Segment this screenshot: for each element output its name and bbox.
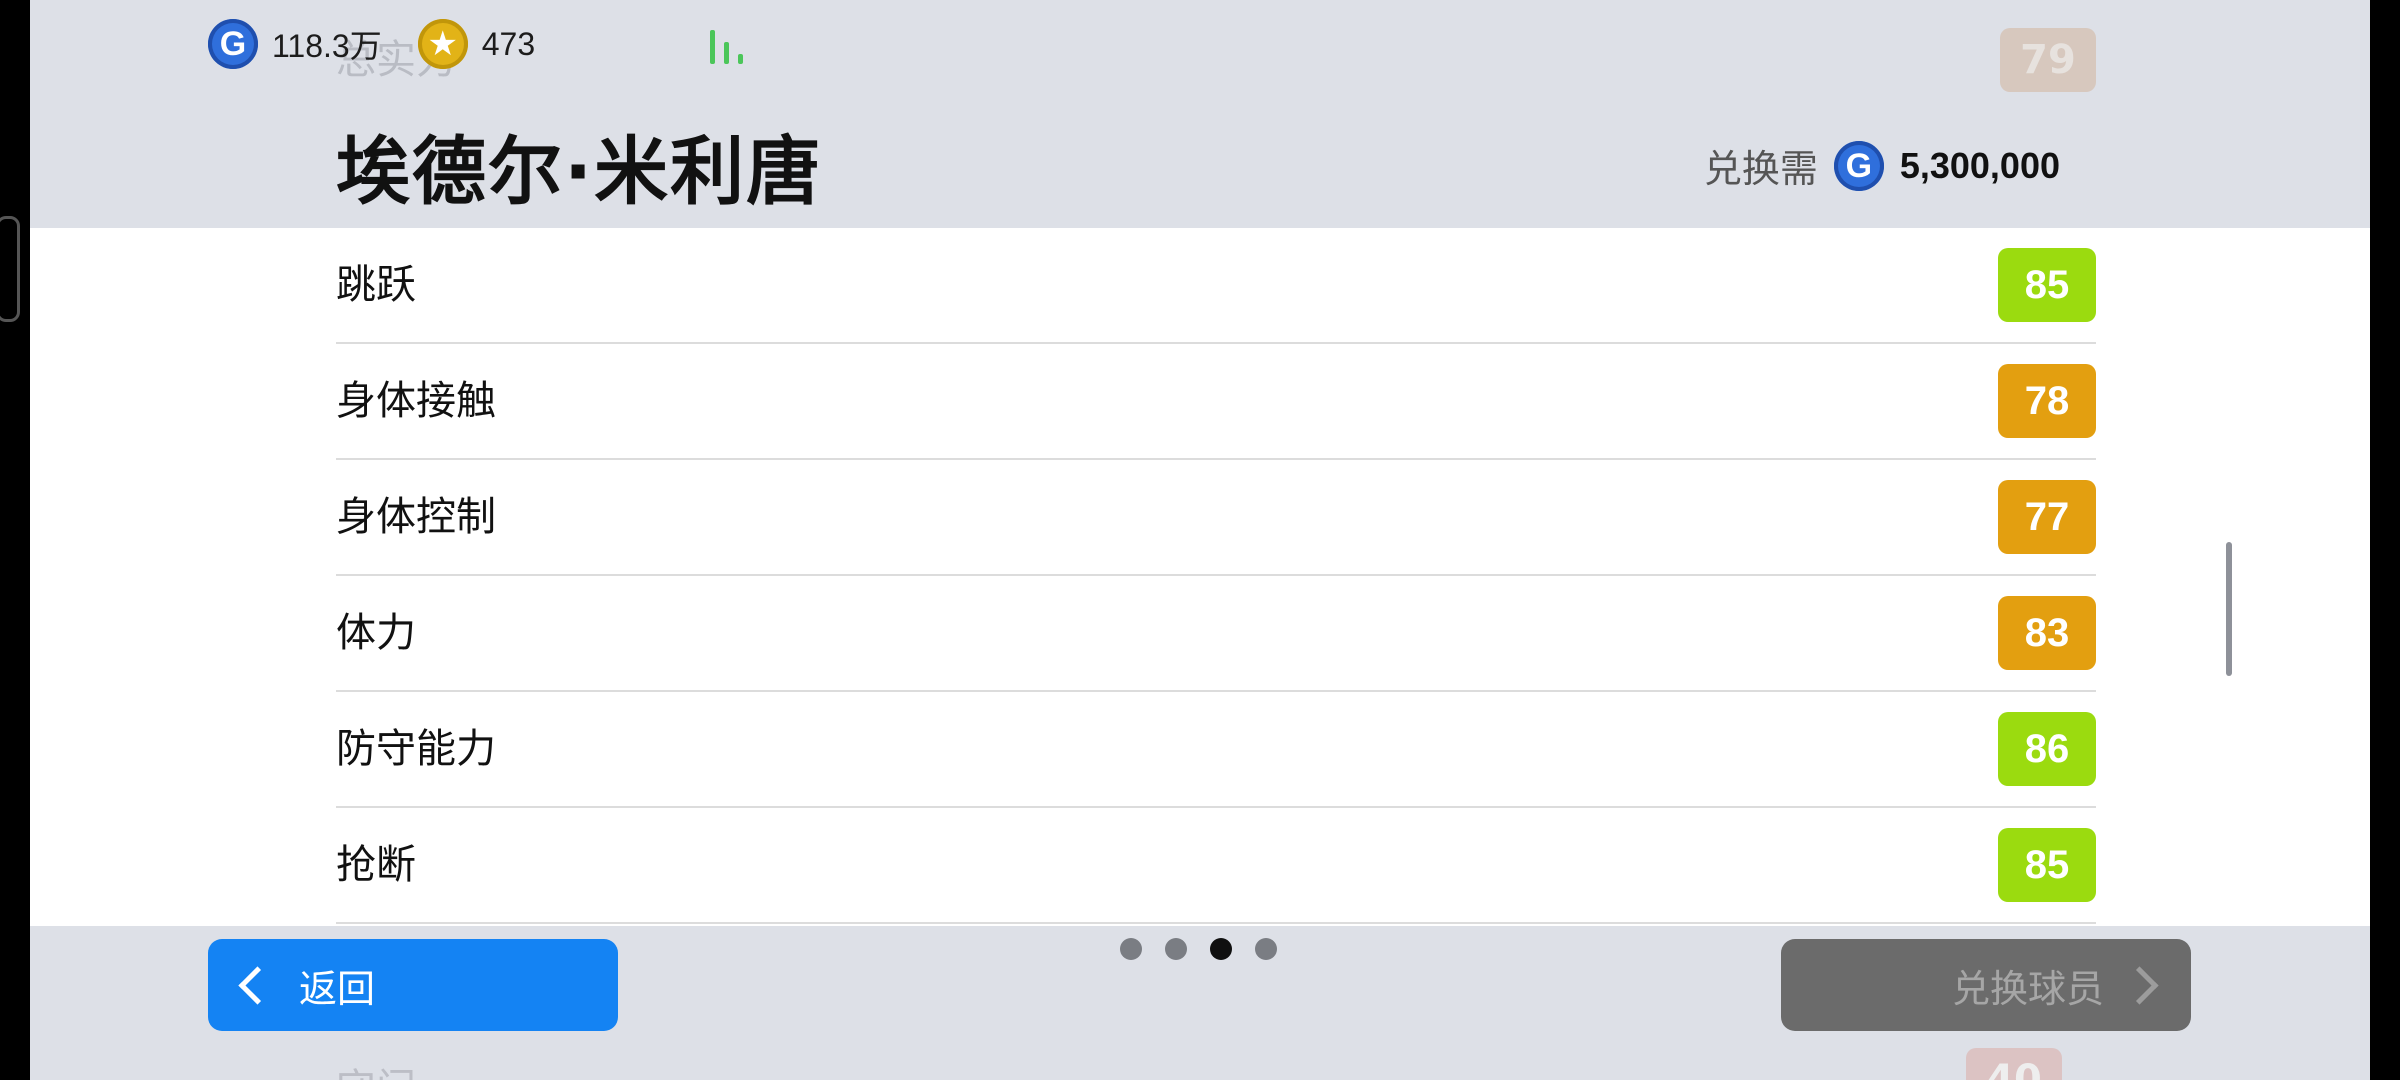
stat-value-badge: 83 xyxy=(1998,596,2096,670)
stat-value-badge: 78 xyxy=(1998,364,2096,438)
stat-label: 跳跃 xyxy=(336,262,416,308)
cost-value: 5,300,000 xyxy=(1899,144,2060,186)
ghost-stat-value: 40 xyxy=(1966,1048,2062,1080)
chevron-left-icon xyxy=(238,965,277,1005)
header: 总实力 79 G 118.3万 ★ 473 埃德尔·米利唐 兑换需 G 5,30… xyxy=(30,0,2370,228)
page-dot[interactable] xyxy=(1255,938,1277,960)
back-button[interactable]: 返回 xyxy=(208,939,618,1031)
stat-row: 跳跃 85 xyxy=(336,228,2096,344)
signal-strength-icon xyxy=(710,28,750,64)
stat-value-badge: 86 xyxy=(1998,712,2096,786)
gp-coin-icon: G xyxy=(208,19,258,69)
page-dot[interactable] xyxy=(1120,938,1142,960)
stat-label: 身体控制 xyxy=(336,494,496,540)
stat-row: 体力 83 xyxy=(336,576,2096,692)
ghost-stat-value: 79 xyxy=(2000,28,2096,92)
ghost-stat-row: 总实力 79 xyxy=(336,28,2096,92)
bottom-bar: 守门 40 返回 兑换球员 xyxy=(30,926,2370,1080)
exchange-button-label: 兑换球员 xyxy=(1951,966,2104,1011)
star-coin-icon: ★ xyxy=(417,19,468,69)
stat-value-badge: 77 xyxy=(1998,480,2096,554)
stat-label: 抢断 xyxy=(336,842,416,888)
player-detail-screen: 总实力 79 G 118.3万 ★ 473 埃德尔·米利唐 兑换需 G 5,30… xyxy=(30,0,2370,1080)
stat-label: 体力 xyxy=(336,610,416,656)
stat-label: 身体接触 xyxy=(336,378,496,424)
page-dot[interactable] xyxy=(1165,938,1187,960)
stat-row: 防守能力 86 xyxy=(336,692,2096,808)
gp-amount: 118.3万 xyxy=(272,28,382,64)
coin-amount: 473 xyxy=(481,25,536,62)
chevron-right-icon xyxy=(2120,965,2159,1005)
exchange-player-button[interactable]: 兑换球员 xyxy=(1781,939,2191,1031)
currency-bar: G 118.3万 ★ 473 xyxy=(208,18,571,70)
stat-row: 身体控制 77 xyxy=(336,460,2096,576)
scrollbar[interactable] xyxy=(2226,542,2232,676)
stat-value-badge: 85 xyxy=(1998,248,2096,322)
player-name: 埃德尔·米利唐 xyxy=(336,129,823,215)
device-edge-notch xyxy=(0,216,20,322)
stat-label: 防守能力 xyxy=(336,726,496,772)
gp-coin-icon: G xyxy=(1833,140,1884,191)
cost-label: 兑换需 xyxy=(1703,147,1818,191)
page-indicator xyxy=(1120,938,1300,960)
exchange-cost: 兑换需 G 5,300,000 xyxy=(1704,138,2060,193)
stat-value-badge: 85 xyxy=(1998,828,2096,902)
stats-list[interactable]: 跳跃 85 身体接触 78 身体控制 77 体力 83 防守能力 86 抢断 85 xyxy=(336,228,2096,924)
ghost-stat-label: 守门 xyxy=(336,1056,416,1080)
stat-row: 身体接触 78 xyxy=(336,344,2096,460)
page-dot[interactable] xyxy=(1210,938,1232,960)
back-button-label: 返回 xyxy=(299,966,376,1011)
stat-row: 抢断 85 xyxy=(336,808,2096,924)
